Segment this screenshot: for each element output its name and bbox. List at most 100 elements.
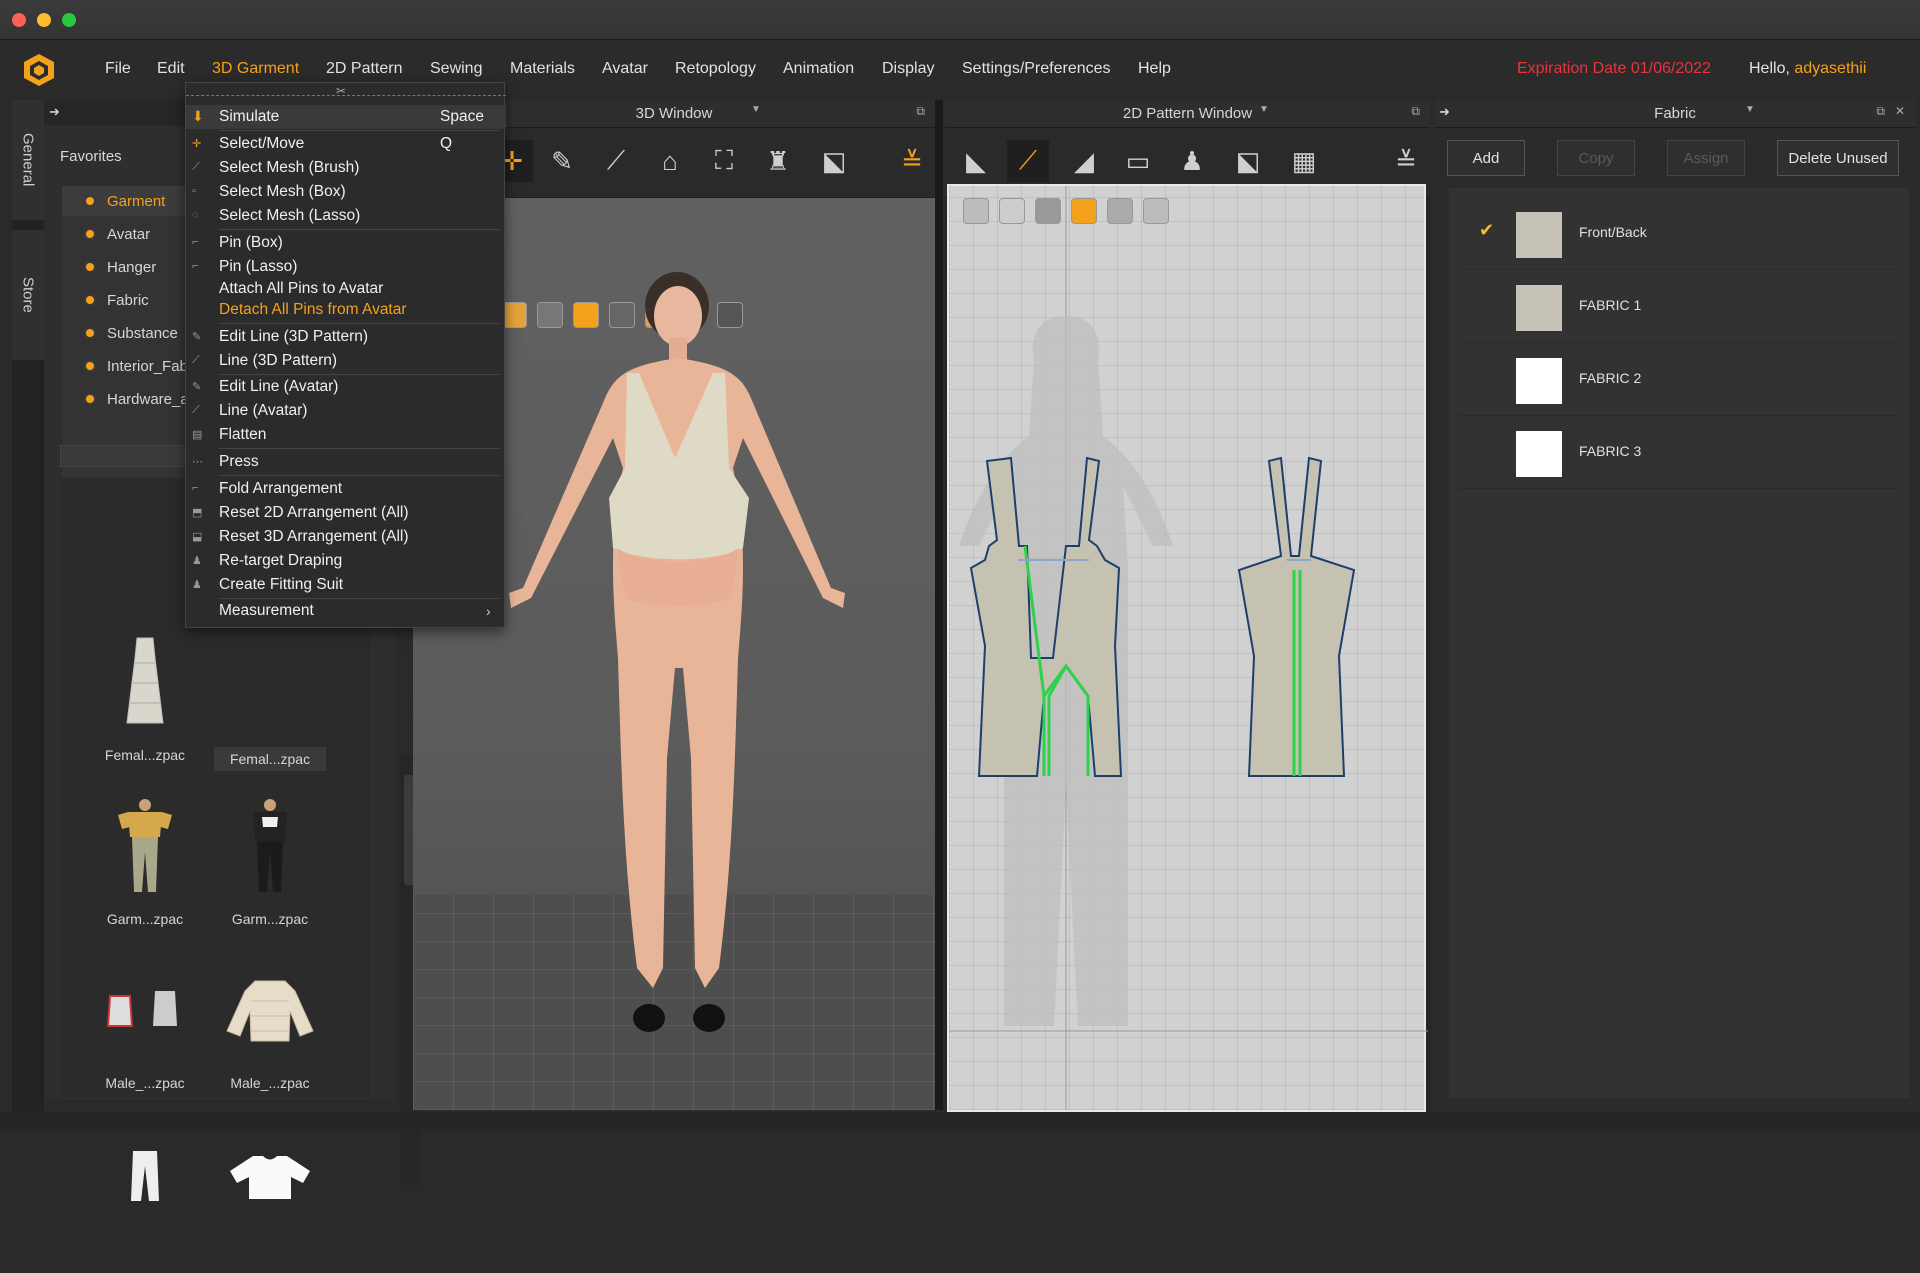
thumbnail-item[interactable]: Male_...zpac bbox=[215, 958, 325, 1108]
menu-animation[interactable]: Animation bbox=[783, 60, 854, 78]
menu-separator bbox=[219, 229, 499, 230]
zoom-window-button[interactable] bbox=[62, 13, 76, 27]
edit-line-3d-icon: ✎ bbox=[192, 331, 202, 343]
menu-separator bbox=[219, 130, 499, 131]
tab-store[interactable]: Store bbox=[12, 230, 44, 360]
app-logo-icon[interactable] bbox=[22, 53, 56, 87]
fold-tool-icon[interactable]: ⌂ bbox=[649, 140, 691, 182]
menu-file[interactable]: File bbox=[105, 60, 131, 78]
menu-item-detach-all-pins[interactable]: Detach All Pins from Avatar bbox=[186, 298, 506, 322]
menu-separator bbox=[219, 323, 499, 324]
menu-item-press[interactable]: ⋯ Press bbox=[186, 450, 506, 474]
collapse-arrow-icon[interactable]: ➜ bbox=[49, 104, 60, 120]
folder-icon bbox=[84, 393, 96, 405]
grid-pattern-tool-icon[interactable]: ▦ bbox=[1283, 140, 1325, 182]
menu-avatar[interactable]: Avatar bbox=[602, 60, 648, 78]
panel-divider[interactable] bbox=[935, 100, 943, 1110]
fabric-row[interactable]: FABRIC 1 bbox=[1459, 271, 1899, 343]
menu-retopology[interactable]: Retopology bbox=[675, 60, 756, 78]
assign-fabric-button[interactable]: Assign bbox=[1667, 140, 1745, 176]
fabric-row[interactable]: FABRIC 2 bbox=[1459, 344, 1899, 416]
rectangle-tool-icon[interactable]: ▭ bbox=[1117, 140, 1159, 182]
menu-2d-pattern[interactable]: 2D Pattern bbox=[326, 60, 402, 78]
polygon-tool-icon[interactable]: ◢ bbox=[1063, 140, 1105, 182]
avatar-pattern-tool-icon[interactable]: ♟ bbox=[1171, 140, 1213, 182]
thumbnail-item[interactable]: Garm...zpac bbox=[215, 794, 325, 944]
menu-display[interactable]: Display bbox=[882, 60, 934, 78]
thumbnail-item[interactable]: Male_...zpac bbox=[90, 958, 200, 1108]
delete-unused-button[interactable]: Delete Unused bbox=[1777, 140, 1899, 176]
fabric-name: FABRIC 2 bbox=[1579, 370, 1642, 386]
menu-help[interactable]: Help bbox=[1138, 60, 1171, 78]
username[interactable]: adyasethii bbox=[1794, 60, 1866, 77]
menu-item-select-move[interactable]: ✛ Select/Move Q bbox=[186, 132, 506, 156]
menu-item-select-mesh-lasso[interactable]: ◌ Select Mesh (Lasso) bbox=[186, 204, 506, 228]
close-icon[interactable]: ✕ bbox=[1895, 104, 1905, 118]
edit-pattern-tool-icon[interactable]: ⟋ bbox=[1007, 140, 1049, 182]
2d-window-header: 2D Pattern Window ▼ ⧉ bbox=[945, 100, 1430, 128]
menu-item-line-avatar[interactable]: ⟋ Line (Avatar) bbox=[186, 399, 506, 423]
select-move-icon: ✛ bbox=[192, 138, 202, 150]
fabric-panel-header: ➜ Fabric ▼ ⧉ ✕ bbox=[1435, 100, 1915, 128]
menu-item-simulate[interactable]: ⬇ Simulate Space bbox=[186, 105, 506, 129]
menu-3d-garment[interactable]: 3D Garment bbox=[212, 60, 299, 78]
menu-item-label: Reset 3D Arrangement (All) bbox=[219, 528, 409, 545]
menu-item-fold-arrangement[interactable]: ⌐ Fold Arrangement bbox=[186, 477, 506, 501]
thumbnail-label: Garm...zpac bbox=[231, 911, 309, 927]
detach-window-icon[interactable]: ⧉ bbox=[1876, 104, 1885, 119]
menu-sewing[interactable]: Sewing bbox=[430, 60, 482, 78]
favorite-label: Hardware_a bbox=[107, 390, 189, 408]
minimize-window-button[interactable] bbox=[37, 13, 51, 27]
thumbnail-label: Male_...zpac bbox=[105, 1075, 185, 1091]
avatar-tool-icon[interactable]: ♜ bbox=[757, 140, 799, 182]
thumbnail-item[interactable] bbox=[215, 1123, 325, 1273]
menu-item-pin-box[interactable]: ⌐ Pin (Box) bbox=[186, 231, 506, 255]
detach-window-icon[interactable]: ⧉ bbox=[1411, 104, 1420, 119]
collapse-arrow-icon[interactable]: ➜ bbox=[1439, 104, 1450, 120]
menu-item-pin-lasso[interactable]: ⌐ Pin (Lasso) bbox=[186, 255, 506, 279]
fold-pattern-tool-icon[interactable]: ⬕ bbox=[1227, 140, 1269, 182]
chevron-down-icon[interactable]: ▼ bbox=[1259, 104, 1269, 115]
menu-item-flatten[interactable]: ▤ Flatten bbox=[186, 423, 506, 447]
expand-toolbar-icon[interactable]: ≚ bbox=[891, 140, 933, 182]
fabric-swatch bbox=[1516, 358, 1562, 404]
tab-general[interactable]: General bbox=[12, 100, 44, 220]
menu-item-line-3d[interactable]: ⟋ Line (3D Pattern) bbox=[186, 349, 506, 373]
thumbnail-item[interactable] bbox=[90, 1123, 200, 1273]
menu-item-edit-line-avatar[interactable]: ✎ Edit Line (Avatar) bbox=[186, 375, 506, 399]
select-mesh-brush-tool-icon[interactable]: ✎ bbox=[541, 140, 583, 182]
tape-tool-icon[interactable]: ⬕ bbox=[813, 140, 855, 182]
thumbnail-item[interactable]: Garm...zpac bbox=[90, 794, 200, 944]
chevron-down-icon[interactable]: ▼ bbox=[1745, 104, 1755, 115]
menu-materials[interactable]: Materials bbox=[510, 60, 575, 78]
press-tool-icon[interactable]: ⛶ bbox=[703, 140, 745, 182]
menu-edit[interactable]: Edit bbox=[157, 60, 185, 78]
transform-pattern-tool-icon[interactable]: ◣ bbox=[955, 140, 997, 182]
thumbnail-item[interactable]: Femal...zpac bbox=[90, 630, 200, 780]
menu-settings-preferences[interactable]: Settings/Preferences bbox=[962, 60, 1111, 78]
fabric-row[interactable]: FABRIC 3 bbox=[1459, 417, 1899, 489]
menu-item-measurement[interactable]: Measurement › bbox=[186, 599, 506, 623]
menu-item-select-mesh-brush[interactable]: ⟋ Select Mesh (Brush) bbox=[186, 156, 506, 180]
chevron-down-icon[interactable]: ▼ bbox=[751, 104, 761, 115]
copy-fabric-button[interactable]: Copy bbox=[1557, 140, 1635, 176]
menu-item-reset-3d[interactable]: ⬓ Reset 3D Arrangement (All) bbox=[186, 525, 506, 549]
garment-black-outfit-thumbnail bbox=[225, 794, 315, 899]
fabric-row[interactable]: ✔ Front/Back bbox=[1459, 198, 1899, 270]
menu-item-edit-line-3d[interactable]: ✎ Edit Line (3D Pattern) bbox=[186, 325, 506, 349]
menu-item-select-mesh-box[interactable]: ▫ Select Mesh (Box) bbox=[186, 180, 506, 204]
add-fabric-button[interactable]: Add bbox=[1447, 140, 1525, 176]
window-titlebar bbox=[0, 0, 1920, 40]
menu-shortcut: Space bbox=[440, 108, 484, 125]
2d-pattern-canvas[interactable] bbox=[947, 184, 1428, 1112]
expand-2d-toolbar-icon[interactable]: ≚ bbox=[1385, 140, 1427, 182]
pin-tool-icon[interactable]: ⟋ bbox=[595, 140, 637, 182]
favorite-label: Garment bbox=[107, 192, 166, 210]
thumbnail-item[interactable]: Femal...zpac bbox=[213, 630, 327, 780]
menu-item-retarget-draping[interactable]: ♟ Re-target Draping bbox=[186, 549, 506, 573]
menu-item-reset-2d[interactable]: ⬒ Reset 2D Arrangement (All) bbox=[186, 501, 506, 525]
detach-window-icon[interactable]: ⧉ bbox=[916, 104, 925, 119]
close-window-button[interactable] bbox=[12, 13, 26, 27]
menu-item-create-fitting-suit[interactable]: ♟ Create Fitting Suit bbox=[186, 573, 506, 597]
reset-3d-icon: ⬓ bbox=[192, 531, 203, 543]
